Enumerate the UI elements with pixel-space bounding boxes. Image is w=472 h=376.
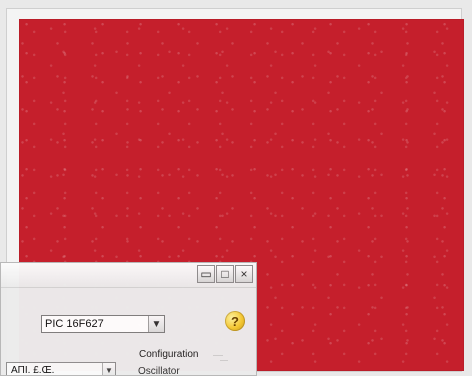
- dialog-titlebar: ▭ □ ×: [1, 263, 256, 288]
- oscillator-label: Oscillator: [138, 366, 180, 376]
- help-icon[interactable]: ?: [225, 311, 245, 331]
- lower-select[interactable]: ΑΠΙ. £.Œ. ▼: [6, 362, 116, 376]
- minimize-button[interactable]: ▭: [197, 265, 215, 283]
- device-dialog: ▭ □ × PIC 16F627 ▼ ? Configuration ΑΠΙ. …: [0, 262, 257, 376]
- lower-select-value: ΑΠΙ. £.Œ.: [11, 364, 55, 376]
- titlebar-controls: ▭ □ ×: [197, 265, 253, 283]
- chevron-down-icon[interactable]: ▼: [148, 316, 164, 332]
- device-select-value: PIC 16F627: [45, 318, 104, 330]
- close-button[interactable]: ×: [235, 265, 253, 283]
- device-select[interactable]: PIC 16F627 ▼: [41, 315, 165, 333]
- faint-bars-icon: [211, 352, 229, 368]
- chevron-down-icon[interactable]: ▼: [102, 363, 115, 375]
- configuration-label: Configuration: [139, 349, 199, 360]
- maximize-button[interactable]: □: [216, 265, 234, 283]
